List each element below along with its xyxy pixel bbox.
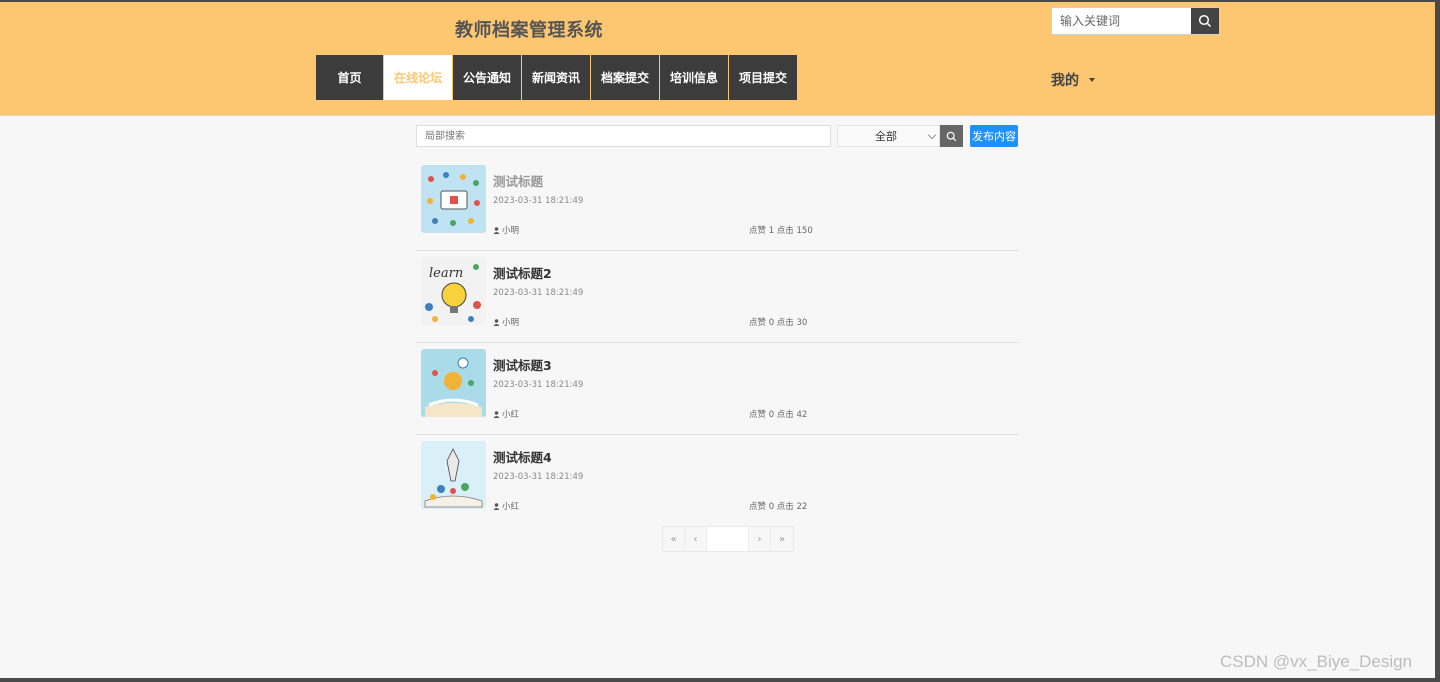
global-search-input[interactable] bbox=[1052, 8, 1191, 34]
post-title[interactable]: 测试标题2 bbox=[493, 263, 552, 282]
caret-down-icon bbox=[1089, 78, 1095, 82]
user-icon bbox=[493, 410, 500, 418]
post-author: 小红 bbox=[493, 500, 519, 512]
post-stats: 点赞 1 点击 150 bbox=[749, 226, 813, 236]
nav-forum[interactable]: 在线论坛 bbox=[384, 55, 452, 100]
first-page-button[interactable]: « bbox=[663, 527, 685, 551]
post-date: 2023-03-31 18:21:49 bbox=[493, 380, 584, 390]
post-item[interactable]: learn 测试标题2 2023-03-31 18:21:49 小明 点赞 0 … bbox=[416, 251, 1019, 343]
post-item[interactable]: 测试标题 2023-03-31 18:21:49 小明 点赞 1 点击 150 bbox=[416, 159, 1019, 251]
nav-project-submit[interactable]: 项目提交 bbox=[729, 55, 797, 100]
post-stats: 点赞 0 点击 22 bbox=[749, 502, 808, 512]
post-thumbnail[interactable]: learn bbox=[421, 257, 486, 325]
post-author: 小明 bbox=[493, 316, 519, 328]
nav-archive-submit[interactable]: 档案提交 bbox=[591, 55, 659, 100]
next-page-button[interactable]: › bbox=[749, 527, 771, 551]
user-icon bbox=[493, 502, 500, 510]
main-nav: 首页 在线论坛 公告通知 新闻资讯 档案提交 培训信息 项目提交 bbox=[316, 55, 797, 100]
search-icon bbox=[946, 131, 957, 141]
post-thumbnail[interactable] bbox=[421, 165, 486, 233]
svg-text:learn: learn bbox=[429, 266, 463, 281]
post-author: 小红 bbox=[493, 408, 519, 420]
category-select-value: 全部 bbox=[875, 130, 897, 143]
post-author-name: 小红 bbox=[502, 410, 520, 420]
post-author-name: 小红 bbox=[502, 502, 520, 512]
site-header: 教师档案管理系统 首页 在线论坛 公告通知 新闻资讯 档案提交 培训信息 项目提… bbox=[0, 2, 1435, 116]
pagination: « ‹ › » bbox=[662, 526, 794, 552]
category-select[interactable]: 全部 bbox=[837, 125, 940, 147]
post-list: 测试标题 2023-03-31 18:21:49 小明 点赞 1 点击 150 … bbox=[416, 159, 1019, 527]
nav-home[interactable]: 首页 bbox=[316, 55, 383, 100]
nav-news[interactable]: 新闻资讯 bbox=[522, 55, 590, 100]
user-icon bbox=[493, 318, 500, 326]
global-search bbox=[1051, 7, 1220, 35]
post-stats: 点赞 0 点击 42 bbox=[749, 410, 808, 420]
post-author: 小明 bbox=[493, 224, 519, 236]
local-search-input[interactable] bbox=[416, 125, 831, 147]
post-author-name: 小明 bbox=[502, 318, 520, 328]
page-frame: 教师档案管理系统 首页 在线论坛 公告通知 新闻资讯 档案提交 培训信息 项目提… bbox=[0, 2, 1435, 678]
post-stats: 点赞 0 点击 30 bbox=[749, 318, 808, 328]
post-thumbnail[interactable] bbox=[421, 441, 486, 509]
publish-button[interactable]: 发布内容 bbox=[970, 125, 1018, 147]
prev-page-button[interactable]: ‹ bbox=[685, 527, 707, 551]
local-search-button[interactable] bbox=[940, 125, 963, 147]
nav-training[interactable]: 培训信息 bbox=[660, 55, 728, 100]
global-search-button[interactable] bbox=[1191, 8, 1219, 34]
post-title[interactable]: 测试标题3 bbox=[493, 355, 552, 374]
forum-toolbar: 全部 发布内容 bbox=[416, 125, 1019, 147]
last-page-button[interactable]: » bbox=[771, 527, 793, 551]
post-title[interactable]: 测试标题4 bbox=[493, 447, 552, 466]
post-title[interactable]: 测试标题 bbox=[493, 171, 543, 190]
mine-label: 我的 bbox=[1051, 73, 1079, 89]
current-page[interactable] bbox=[707, 527, 749, 551]
post-author-name: 小明 bbox=[502, 226, 520, 236]
post-date: 2023-03-31 18:21:49 bbox=[493, 288, 584, 298]
chevron-down-icon bbox=[927, 130, 937, 140]
post-thumbnail[interactable] bbox=[421, 349, 486, 417]
nav-notices[interactable]: 公告通知 bbox=[453, 55, 521, 100]
post-item[interactable]: 测试标题4 2023-03-31 18:21:49 小红 点赞 0 点击 22 bbox=[416, 435, 1019, 527]
search-icon bbox=[1198, 14, 1212, 28]
mine-dropdown[interactable]: 我的 bbox=[1051, 70, 1095, 90]
post-date: 2023-03-31 18:21:49 bbox=[493, 472, 584, 482]
post-item[interactable]: 测试标题3 2023-03-31 18:21:49 小红 点赞 0 点击 42 bbox=[416, 343, 1019, 435]
watermark: CSDN @vx_Biye_Design bbox=[1220, 652, 1413, 671]
post-date: 2023-03-31 18:21:49 bbox=[493, 196, 584, 206]
user-icon bbox=[493, 226, 500, 234]
site-title: 教师档案管理系统 bbox=[455, 20, 603, 41]
